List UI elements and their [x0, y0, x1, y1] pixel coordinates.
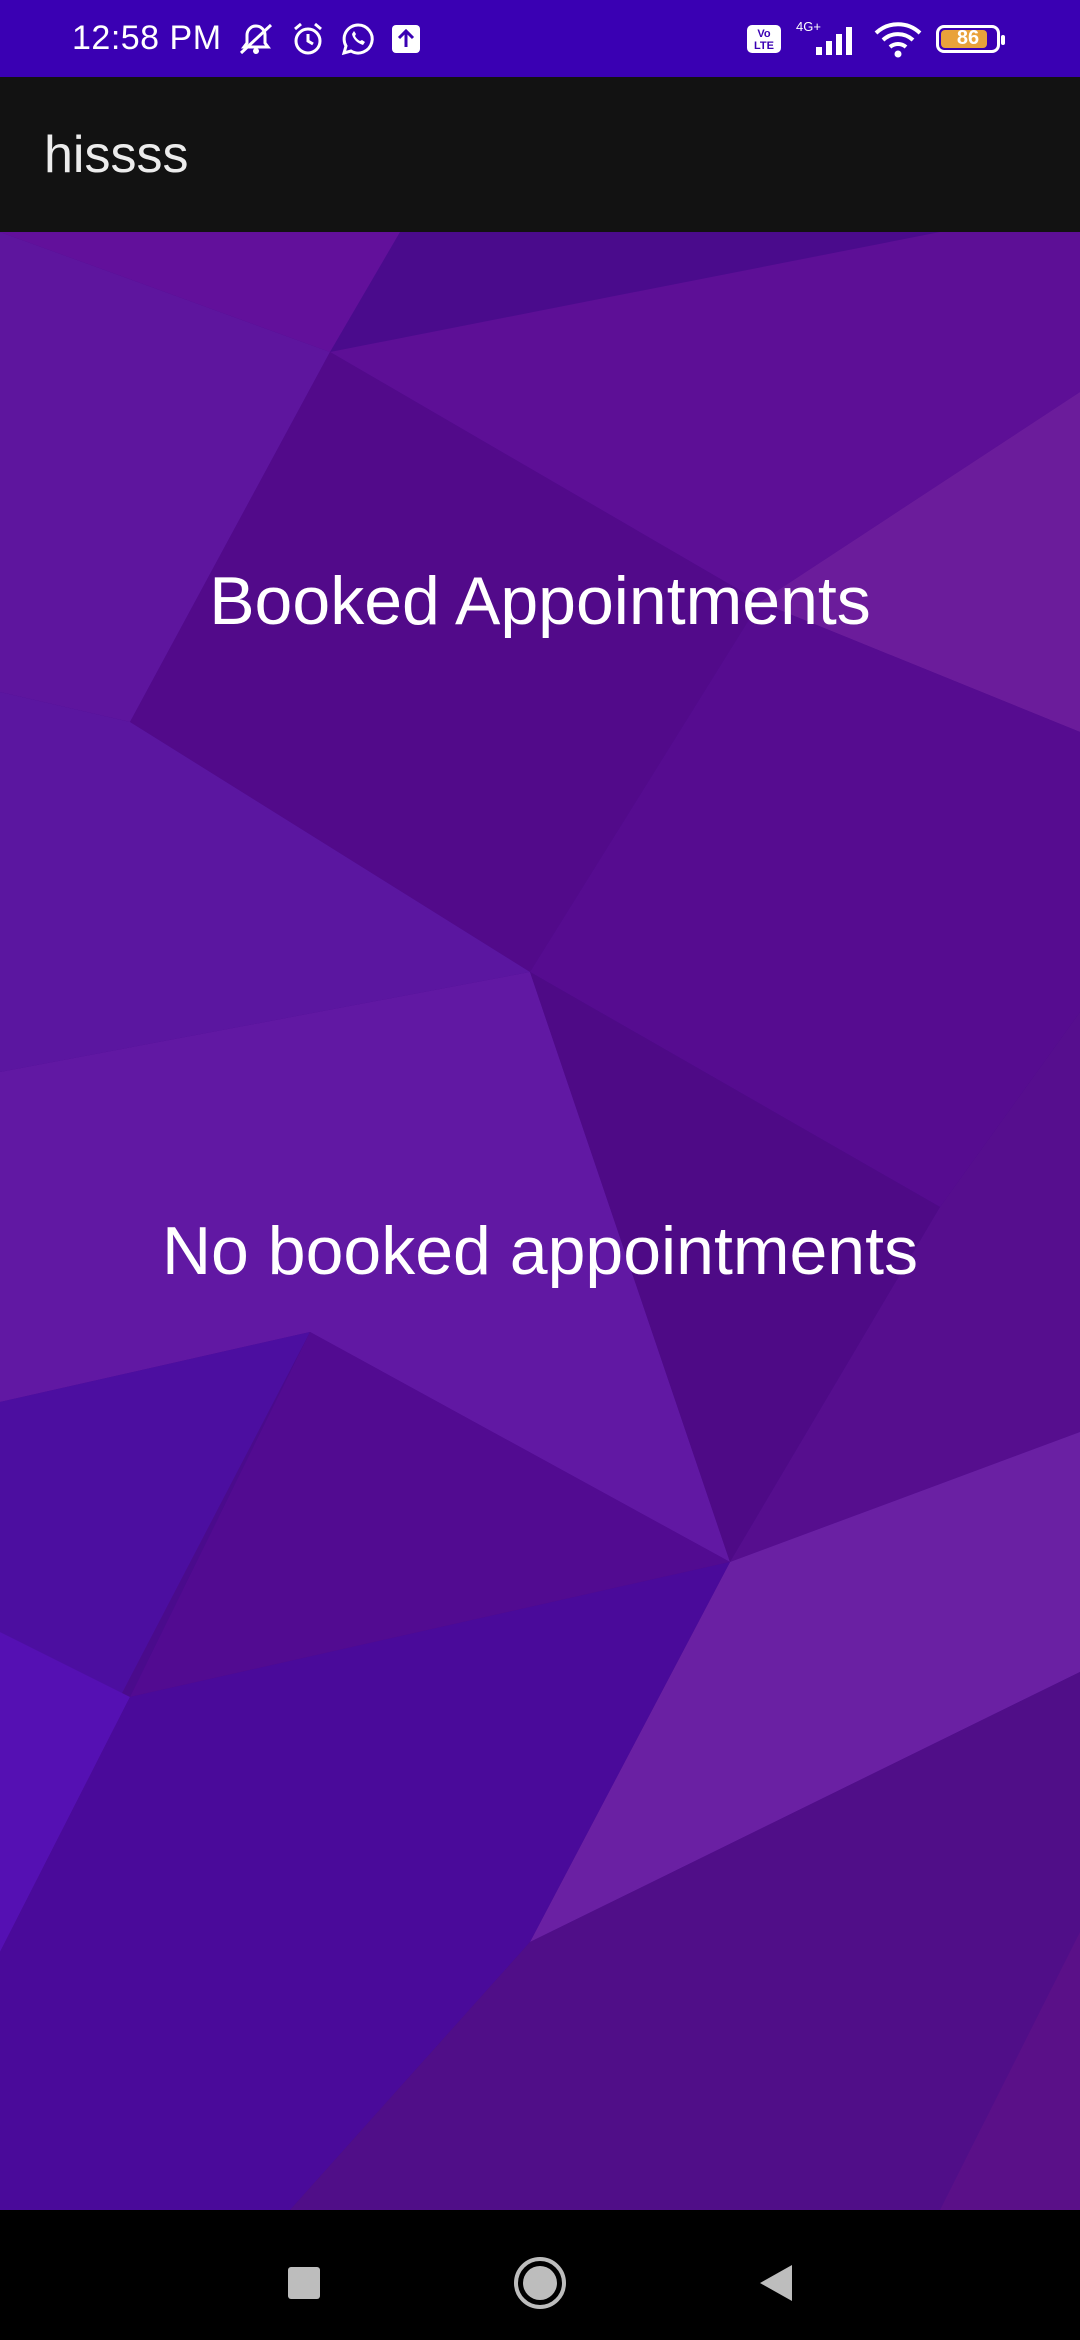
whatsapp-icon: [340, 21, 376, 57]
battery-icon: 86: [936, 24, 1005, 53]
status-right: Vo LTE 4G+ 86: [746, 0, 1005, 77]
app-title: hissss: [44, 125, 189, 184]
page-heading: Booked Appointments: [209, 563, 871, 639]
mute-notifications-icon: [236, 21, 276, 57]
volte-icon: Vo LTE: [746, 24, 782, 54]
signal-4g-icon: 4G+: [794, 19, 860, 59]
wifi-icon: [872, 19, 924, 59]
recents-icon: [286, 2265, 322, 2306]
back-button[interactable]: [746, 2255, 806, 2315]
home-icon: [512, 2255, 568, 2316]
svg-text:4G+: 4G+: [796, 19, 821, 34]
empty-state-message: No booked appointments: [161, 1213, 919, 1289]
battery-level: 86: [956, 27, 980, 49]
recents-button[interactable]: [274, 2255, 334, 2315]
status-left: 12:58 PM: [72, 0, 422, 77]
home-button[interactable]: [510, 2255, 570, 2315]
app-bar: hissss: [0, 77, 1080, 232]
status-bar: 12:58 PM Vo LTE 4G+ 86: [0, 0, 1080, 77]
svg-text:LTE: LTE: [754, 40, 774, 52]
main-content: Booked Appointments No booked appointmen…: [0, 232, 1080, 2210]
status-time: 12:58 PM: [72, 19, 222, 57]
alarm-icon: [290, 21, 326, 57]
svg-text:Vo: Vo: [757, 28, 771, 40]
upload-icon: [390, 23, 422, 55]
back-icon: [756, 2263, 796, 2308]
